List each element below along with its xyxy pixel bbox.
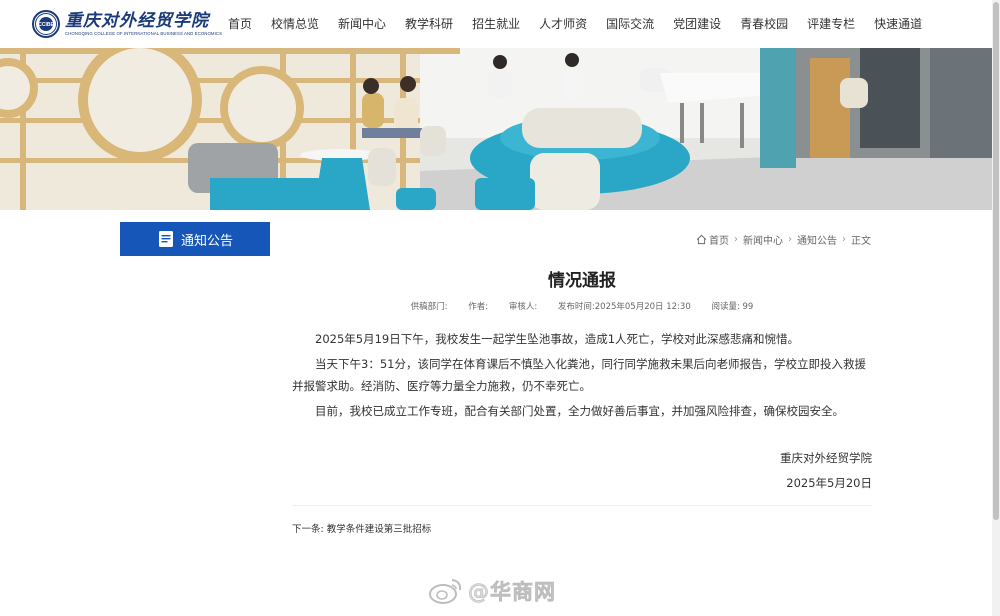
nav-item-quick-links[interactable]: 快速通道 — [874, 0, 922, 48]
meta-author: 作者: — [468, 302, 489, 312]
source-watermark: @华商网 — [428, 573, 556, 609]
nav-item-overview[interactable]: 校情总览 — [271, 0, 319, 48]
breadcrumb-current: 正文 — [851, 236, 871, 247]
nav-item-campus[interactable]: 青春校园 — [740, 0, 788, 48]
breadcrumb: 首页 › 新闻中心 › 通知公告 › 正文 — [696, 232, 871, 247]
nav-item-admission[interactable]: 招生就业 — [472, 0, 520, 48]
nav-item-home[interactable]: 首页 — [228, 0, 252, 48]
article-paragraph: 目前，我校已成立工作专班，配合有关部门处置，全力做好善后事宜，并加强风险排查，确… — [315, 404, 844, 418]
watermark-text: @华商网 — [468, 580, 556, 605]
campus-banner-image — [0, 48, 992, 210]
next-post-label: 下一条: — [292, 524, 324, 535]
meta-published: 发布时间:2025年05月20日 12:30 — [557, 302, 691, 312]
meta-department: 供稿部门: — [410, 302, 448, 312]
breadcrumb-notices[interactable]: 通知公告 — [797, 232, 837, 247]
scrollbar-thumb[interactable] — [993, 2, 999, 520]
article-title: 情况通报 — [548, 271, 616, 291]
nav-item-international[interactable]: 国际交流 — [606, 0, 654, 48]
breadcrumb-separator: › — [788, 234, 792, 245]
breadcrumb-separator: › — [734, 234, 738, 245]
article-meta: 供稿部门: 作者: 审核人: 发布时间:2025年05月20日 12:30 阅读… — [292, 300, 872, 312]
nav-item-teaching[interactable]: 教学科研 — [405, 0, 453, 48]
weibo-logo-icon — [429, 579, 462, 604]
article-body: 2025年5月19日下午，我校发生一起学生坠池事故，造成1人死亡，学校对此深感悲… — [292, 328, 872, 425]
meta-views: 阅读量: 99 — [711, 302, 754, 312]
article-divider — [292, 505, 872, 506]
nav-item-party[interactable]: 党团建设 — [673, 0, 721, 48]
signature-date: 2025年5月20日 — [786, 476, 872, 490]
breadcrumb-separator: › — [842, 234, 846, 245]
seal-text: CCIBE — [38, 22, 54, 28]
breadcrumb-news[interactable]: 新闻中心 — [743, 232, 783, 247]
sidebar-section-title[interactable]: 通知公告 — [120, 222, 270, 256]
sidebar-title-label: 通知公告 — [180, 233, 233, 249]
breadcrumb-home[interactable]: 首页 — [709, 232, 729, 247]
main-nav: 首页 校情总览 新闻中心 教学科研 招生就业 人才师资 国际交流 党团建设 青春… — [228, 0, 922, 48]
site-header: CCIBE 重庆对外经贸学院 CHONGQING COLLEGE OF INTE… — [0, 0, 992, 48]
signature-organization: 重庆对外经贸学院 — [780, 451, 872, 465]
next-post: 下一条: 教学条件建设第三批招标 — [292, 521, 431, 535]
logo-english-name: CHONGQING COLLEGE OF INTERNATIONAL BUSIN… — [65, 30, 223, 36]
nav-item-news[interactable]: 新闻中心 — [338, 0, 386, 48]
home-icon — [696, 234, 707, 245]
next-post-link[interactable]: 教学条件建设第三批招标 — [327, 524, 432, 535]
document-icon — [158, 231, 173, 247]
college-logo[interactable]: CCIBE 重庆对外经贸学院 CHONGQING COLLEGE OF INTE… — [32, 8, 222, 40]
nav-item-faculty[interactable]: 人才师资 — [539, 0, 587, 48]
nav-item-evaluation[interactable]: 评建专栏 — [807, 0, 855, 48]
college-seal-icon: CCIBE — [32, 10, 60, 38]
meta-reviewer: 审核人: — [508, 302, 538, 312]
article-paragraph: 当天下午3：51分，该同学在体育课后不慎坠入化粪池，同行同学施救未果后向老师报告… — [292, 357, 866, 393]
logo-chinese-name: 重庆对外经贸学院 — [65, 10, 209, 31]
page-scrollbar[interactable] — [992, 0, 1000, 616]
article-paragraph: 2025年5月19日下午，我校发生一起学生坠池事故，造成1人死亡，学校对此深感悲… — [315, 332, 800, 346]
